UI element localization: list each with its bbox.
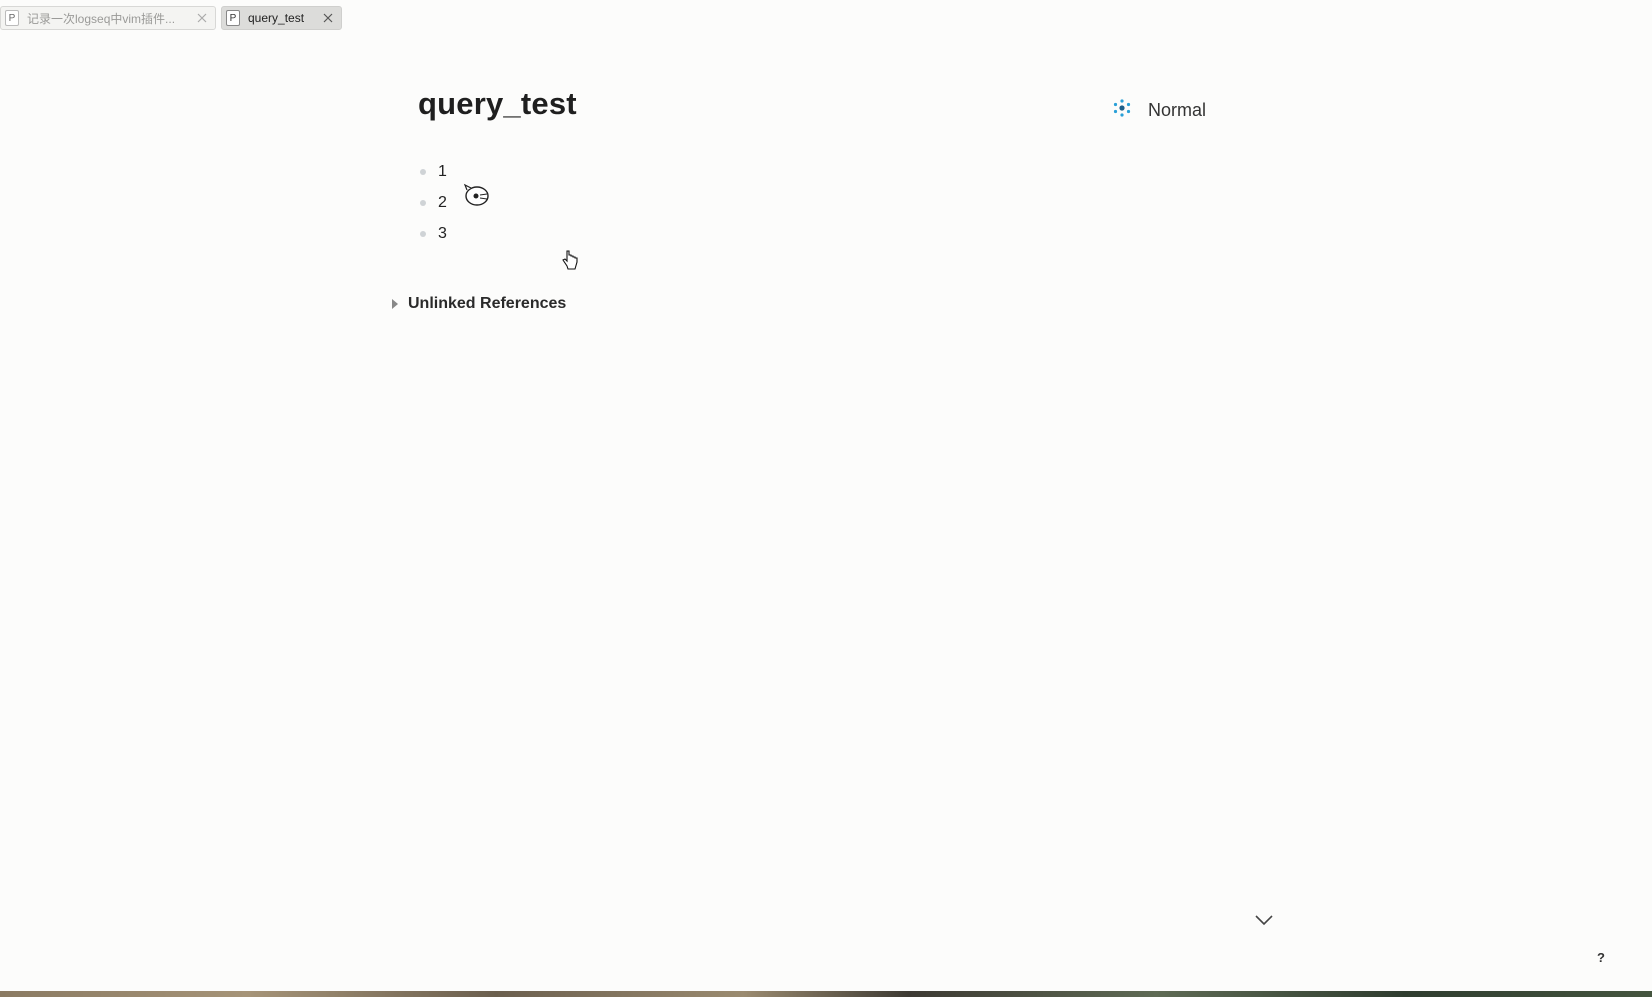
block-item[interactable]: 1 (420, 156, 447, 187)
block-content[interactable]: 2 (438, 194, 447, 212)
tab-bar: P 记录一次logseq中vim插件... P query_test (0, 6, 342, 31)
block-content[interactable]: 1 (438, 163, 447, 181)
vim-mode-indicator: Normal (1112, 98, 1206, 123)
unlinked-references-label[interactable]: Unlinked References (408, 295, 566, 313)
vim-mode-label: Normal (1148, 100, 1207, 120)
close-icon[interactable] (321, 11, 335, 25)
block-item[interactable]: 2 (420, 187, 447, 218)
scroll-down-button[interactable] (1249, 905, 1279, 935)
tab-vim-plugin-note[interactable]: P 记录一次logseq中vim插件... (0, 6, 216, 30)
mouse-pet-icon (463, 182, 491, 213)
chevron-down-icon (1255, 915, 1273, 926)
bullet-icon[interactable] (420, 168, 426, 175)
vim-mode-icon (1112, 98, 1132, 123)
page-icon: P (5, 10, 19, 26)
caret-right-icon[interactable] (392, 299, 398, 309)
block-list: 1 2 3 (420, 156, 447, 249)
bullet-icon[interactable] (420, 230, 426, 237)
wallpaper-strip (0, 991, 1652, 997)
close-icon[interactable] (195, 11, 209, 25)
pointer-hand-icon (562, 250, 578, 275)
page-icon: P (226, 10, 240, 26)
block-content[interactable]: 3 (438, 225, 447, 243)
page-title[interactable]: query_test (418, 86, 577, 122)
tab-title: 记录一次logseq中vim插件... (27, 11, 176, 26)
unlinked-references-toggle[interactable]: Unlinked References (392, 295, 566, 313)
app-window: P 记录一次logseq中vim插件... P query_test query… (0, 0, 1652, 997)
tab-title: query_test (248, 11, 305, 25)
block-item[interactable]: 3 (420, 218, 447, 249)
tab-query-test[interactable]: P query_test (221, 6, 342, 30)
bullet-icon[interactable] (420, 199, 426, 206)
help-button[interactable]: ? (1597, 950, 1605, 965)
